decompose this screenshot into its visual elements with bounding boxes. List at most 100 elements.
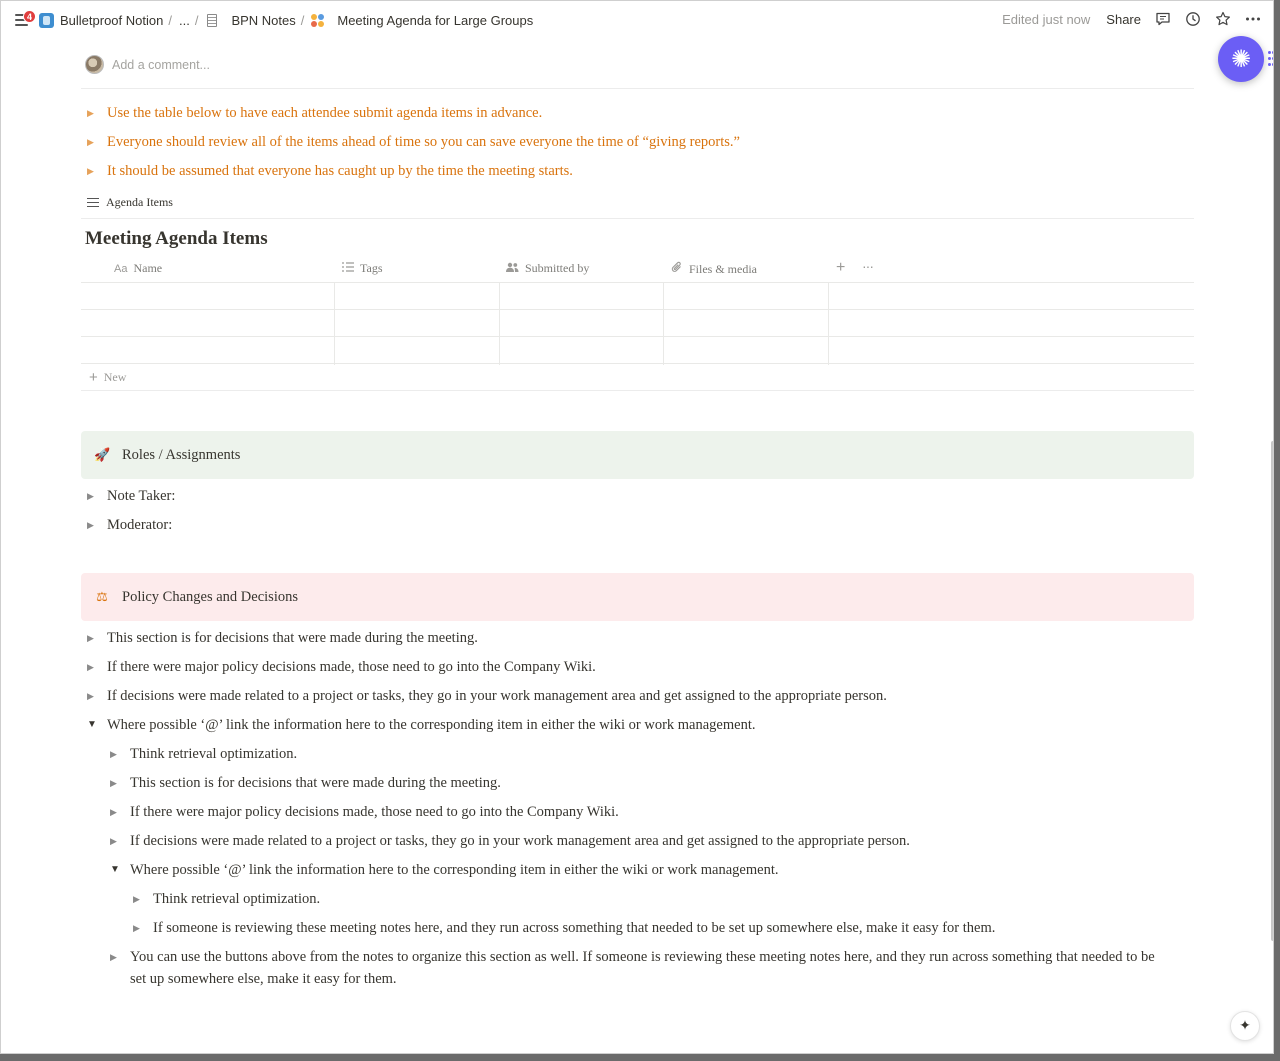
- sparkle-icon: ✺: [1230, 45, 1252, 73]
- toggle-arrow-icon[interactable]: ▶: [83, 131, 107, 153]
- toggle-arrow-icon[interactable]: ▶: [83, 514, 107, 536]
- scrollbar[interactable]: [1271, 441, 1273, 941]
- toggle-arrow-icon[interactable]: ▶: [83, 685, 107, 707]
- toggle-block[interactable]: ▶ Note Taker:: [83, 485, 175, 507]
- person-icon: [506, 261, 519, 276]
- breadcrumb-bpn-notes[interactable]: BPN Notes: [205, 13, 296, 28]
- comments-icon[interactable]: [1155, 11, 1171, 27]
- breadcrumb-ellipsis[interactable]: ...: [179, 13, 190, 28]
- table-row[interactable]: [81, 283, 1194, 310]
- toggle-text: Use the table below to have each attende…: [107, 105, 543, 121]
- toggle-text: Everyone should review all of the items …: [107, 134, 740, 150]
- drag-handle-icon[interactable]: [1268, 51, 1273, 67]
- toggle-text: If there were major policy decisions mad…: [107, 659, 596, 675]
- more-options-icon[interactable]: [1245, 11, 1261, 27]
- toggle-block[interactable]: ▶ Use the table below to have each atten…: [83, 102, 542, 124]
- breadcrumb-label: ...: [178, 13, 190, 28]
- ai-assistant-button[interactable]: ✺: [1218, 36, 1264, 82]
- notion-window: 4 Bulletproof Notion / ... / BPN Notes /: [0, 0, 1274, 1054]
- plus-icon: +: [89, 368, 98, 386]
- callout-heading: Policy Changes and Decisions: [122, 588, 298, 605]
- column-header-name[interactable]: Aa Name: [114, 261, 162, 276]
- new-row-label: New: [103, 369, 127, 384]
- table-more-icon[interactable]: ···: [862, 258, 874, 274]
- toggle-block-expanded[interactable]: ▼ Where possible ‘@’ link the informatio…: [83, 714, 755, 736]
- add-property-icon[interactable]: +: [836, 259, 845, 277]
- toggle-arrow-icon[interactable]: ▶: [83, 627, 107, 649]
- toggle-arrow-icon[interactable]: ▶: [83, 102, 107, 124]
- text-type-icon: Aa: [114, 262, 128, 275]
- toggle-block[interactable]: ▶ If there were major policy decisions m…: [83, 656, 596, 678]
- share-button[interactable]: Share: [1106, 12, 1141, 27]
- toggle-arrow-icon[interactable]: ▶: [106, 772, 130, 794]
- top-bar: 4 Bulletproof Notion / ... / BPN Notes /: [1, 1, 1273, 41]
- breadcrumb-label: Bulletproof Notion: [60, 13, 164, 28]
- column-header-tags[interactable]: Tags: [342, 261, 383, 276]
- favorite-star-icon[interactable]: [1215, 11, 1231, 27]
- page-actions: Edited just now Share: [1002, 11, 1261, 27]
- toggle-block[interactable]: ▶ Everyone should review all of the item…: [83, 131, 740, 153]
- breadcrumb-separator: /: [194, 13, 199, 28]
- callout-heading: Roles / Assignments: [122, 446, 241, 463]
- toggle-block[interactable]: ▶ Think retrieval optimization.: [106, 743, 297, 765]
- toggle-text: This section is for decisions that were …: [130, 775, 501, 791]
- rocket-icon: 🚀: [94, 447, 111, 462]
- ai-sparkle-button[interactable]: ✦: [1230, 1011, 1260, 1041]
- toggle-text: Note Taker:: [107, 488, 176, 504]
- toggle-text: This section is for decisions that were …: [107, 630, 478, 646]
- toggle-arrow-icon[interactable]: ▶: [106, 743, 130, 765]
- toggle-block[interactable]: ▶ If decisions were made related to a pr…: [83, 685, 887, 707]
- notepad-icon: [207, 14, 218, 27]
- toggle-arrow-icon[interactable]: ▶: [106, 801, 130, 823]
- agenda-table: Aa Name Tags Submitted by Files & media: [81, 255, 1194, 391]
- toggle-block-expanded[interactable]: ▼ Where possible ‘@’ link the informatio…: [106, 859, 778, 881]
- toggle-block[interactable]: ▶ Moderator:: [83, 514, 172, 536]
- toggle-block[interactable]: ▶ This section is for decisions that wer…: [83, 627, 478, 649]
- toggle-block[interactable]: ▶ This section is for decisions that wer…: [106, 772, 501, 794]
- notification-badge[interactable]: 4: [23, 10, 37, 23]
- column-header-files[interactable]: Files & media: [671, 261, 757, 277]
- breadcrumb-workspace[interactable]: Bulletproof Notion: [39, 13, 163, 28]
- toggle-text: You can use the buttons above from the n…: [130, 946, 1155, 990]
- breadcrumb-current-page[interactable]: Meeting Agenda for Large Groups: [311, 13, 533, 28]
- toggle-arrow-icon[interactable]: ▶: [129, 888, 153, 910]
- toggle-block[interactable]: ▶ If decisions were made related to a pr…: [106, 830, 910, 852]
- toggle-arrow-down-icon[interactable]: ▼: [106, 859, 130, 881]
- database-title[interactable]: Meeting Agenda Items: [85, 228, 268, 250]
- toggle-block[interactable]: ▶ If there were major policy decisions m…: [106, 801, 619, 823]
- divider: [81, 218, 1194, 219]
- table-row[interactable]: [81, 337, 1194, 364]
- toggle-block[interactable]: ▶ If someone is reviewing these meeting …: [129, 917, 995, 939]
- column-divider: [499, 283, 500, 365]
- table-row[interactable]: [81, 310, 1194, 337]
- list-view-icon: [87, 197, 99, 208]
- breadcrumb: Bulletproof Notion / ... / BPN Notes / M…: [39, 13, 533, 28]
- toggle-text: If decisions were made related to a proj…: [107, 688, 887, 704]
- column-divider: [334, 283, 335, 365]
- toggle-arrow-icon[interactable]: ▶: [83, 160, 107, 182]
- divider: [81, 88, 1194, 89]
- column-label: Files & media: [689, 261, 757, 276]
- roles-callout[interactable]: 🚀 Roles / Assignments: [81, 431, 1194, 479]
- breadcrumb-label: Meeting Agenda for Large Groups: [337, 13, 534, 28]
- database-view-tab[interactable]: Agenda Items: [87, 195, 173, 210]
- policy-callout[interactable]: ⚖ Policy Changes and Decisions: [81, 573, 1194, 621]
- column-label: Tags: [360, 261, 383, 275]
- toggle-arrow-down-icon[interactable]: ▼: [83, 714, 107, 736]
- toggle-text: If there were major policy decisions mad…: [130, 804, 619, 820]
- comment-input[interactable]: Add a comment...: [112, 58, 210, 72]
- history-clock-icon[interactable]: [1185, 11, 1201, 27]
- toggle-arrow-icon[interactable]: ▶: [106, 946, 130, 968]
- toggle-block[interactable]: ▶ It should be assumed that everyone has…: [83, 160, 573, 182]
- toggle-text: If someone is reviewing these meeting no…: [153, 920, 996, 936]
- toggle-block[interactable]: ▶ Think retrieval optimization.: [129, 888, 320, 910]
- toggle-arrow-icon[interactable]: ▶: [106, 830, 130, 852]
- toggle-block[interactable]: ▶ You can use the buttons above from the…: [106, 946, 1196, 990]
- toggle-arrow-icon[interactable]: ▶: [83, 485, 107, 507]
- toggle-arrow-icon[interactable]: ▶: [83, 656, 107, 678]
- column-header-submitted-by[interactable]: Submitted by: [506, 261, 589, 276]
- new-row-button[interactable]: + New: [81, 364, 1194, 391]
- comment-row: Add a comment...: [85, 55, 210, 74]
- toggle-arrow-icon[interactable]: ▶: [129, 917, 153, 939]
- multi-select-icon: [342, 261, 354, 276]
